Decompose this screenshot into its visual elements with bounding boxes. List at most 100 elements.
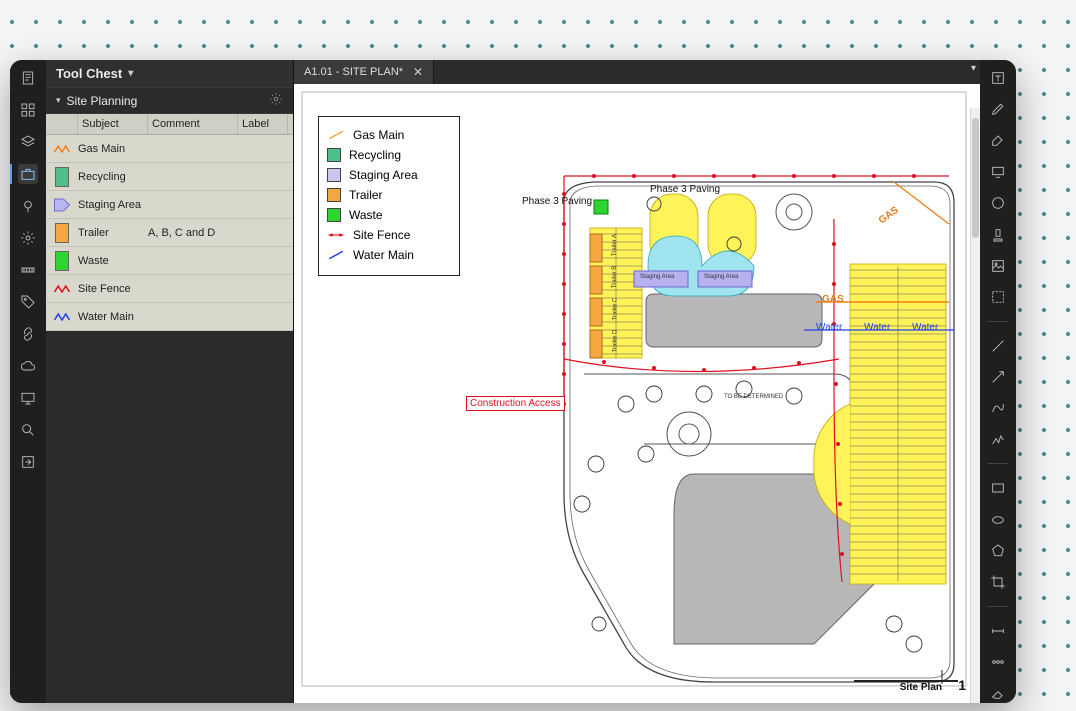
legend-label: Staging Area <box>349 168 418 182</box>
curve-icon[interactable] <box>988 399 1008 418</box>
link-icon[interactable] <box>18 324 38 344</box>
left-toolbar <box>10 60 46 703</box>
legend-label: Water Main <box>353 248 414 262</box>
rect-icon[interactable] <box>988 478 1008 497</box>
site-plan-canvas[interactable]: Gas Main Recycling Staging Area Trailer Wast… <box>294 84 980 703</box>
tool-row[interactable]: TrailerA, B, C and D <box>46 219 293 247</box>
legend-swatch <box>327 128 345 142</box>
layers-icon[interactable] <box>18 132 38 152</box>
tool-subject: Waste <box>78 255 148 267</box>
image-icon[interactable] <box>988 256 1008 275</box>
legend-item: Staging Area <box>327 165 451 185</box>
tool-row[interactable]: Site Fence <box>46 275 293 303</box>
tool-row[interactable]: Waste <box>46 247 293 275</box>
label-road: TO BE DETERMINED <box>724 394 783 400</box>
label-water2: Water <box>864 322 890 333</box>
label-construction-access: Construction Access <box>466 396 565 411</box>
panel-title: Tool Chest <box>56 66 122 81</box>
pen-icon[interactable] <box>988 99 1008 118</box>
tool-swatch <box>46 197 78 213</box>
canvas-wrap: Gas Main Recycling Staging Area Trailer Wast… <box>294 84 980 703</box>
vertical-scrollbar[interactable] <box>970 108 980 703</box>
panel-title-bar[interactable]: Tool Chest ▾ <box>46 60 293 88</box>
label-pagenum: 1 <box>958 677 966 693</box>
arrow-icon[interactable] <box>988 367 1008 386</box>
document-icon[interactable] <box>18 68 38 88</box>
tool-grid-header: Subject Comment Label <box>46 114 293 135</box>
monitor-icon[interactable] <box>18 388 38 408</box>
search-icon[interactable] <box>18 420 38 440</box>
ruler-icon[interactable] <box>18 260 38 280</box>
legend-label: Recycling <box>349 148 401 162</box>
highlighter-icon[interactable] <box>988 131 1008 150</box>
text-box-icon[interactable] <box>988 68 1008 87</box>
circle-icon[interactable] <box>988 194 1008 213</box>
crop-icon[interactable] <box>988 573 1008 592</box>
label-water1: Water <box>816 322 842 333</box>
legend-label: Trailer <box>349 188 383 202</box>
tool-row[interactable]: Gas Main <box>46 135 293 163</box>
stamp-icon[interactable] <box>988 225 1008 244</box>
ellipse-icon[interactable] <box>988 510 1008 529</box>
panel-section-label: Site Planning <box>67 94 138 108</box>
panel-section-bar[interactable]: ▾ Site Planning <box>46 88 293 114</box>
polygon-icon[interactable] <box>988 541 1008 560</box>
tag-icon[interactable] <box>18 292 38 312</box>
export-icon[interactable] <box>18 452 38 472</box>
tab-overflow-button[interactable]: ▾ <box>971 63 976 74</box>
col-label[interactable]: Label <box>238 114 288 134</box>
count-icon[interactable] <box>988 652 1008 671</box>
gear-icon[interactable] <box>269 92 283 109</box>
tool-subject: Water Main <box>78 311 148 323</box>
chevron-down-icon: ▾ <box>56 95 61 106</box>
tool-swatch <box>46 310 78 324</box>
label-staging-a: Staging Area <box>640 274 674 280</box>
main-area: A1.01 - SITE PLAN* ✕ ▾ <box>294 60 980 703</box>
label-trailer-b: Trailer B <box>612 266 618 288</box>
tab-title: A1.01 - SITE PLAN* <box>304 66 403 78</box>
tool-swatch <box>46 223 78 243</box>
legend-label: Gas Main <box>353 128 404 142</box>
tool-subject: Site Fence <box>78 283 148 295</box>
select-icon[interactable] <box>988 288 1008 307</box>
label-gas2: GAS <box>822 294 844 305</box>
tool-subject: Gas Main <box>78 143 148 155</box>
gear-icon[interactable] <box>18 228 38 248</box>
legend-swatch <box>327 228 345 242</box>
legend-label: Waste <box>349 208 383 222</box>
tool-swatch <box>46 282 78 296</box>
label-trailer-a: Trailer A <box>612 234 618 256</box>
monitor-small-icon[interactable] <box>988 162 1008 181</box>
col-comment[interactable]: Comment <box>148 114 238 134</box>
tool-rows: Gas Main RecyclingStaging AreaTrailerA, B… <box>46 135 293 331</box>
eraser-icon[interactable] <box>988 684 1008 703</box>
grid-icon[interactable] <box>18 100 38 120</box>
polyline-icon[interactable] <box>988 430 1008 449</box>
tool-row[interactable]: Water Main <box>46 303 293 331</box>
right-toolbar <box>980 60 1016 703</box>
tool-swatch <box>46 251 78 271</box>
label-water3: Water <box>912 322 938 333</box>
dimension-icon[interactable] <box>988 621 1008 640</box>
tool-comment: A, B, C and D <box>148 227 238 239</box>
chevron-down-icon: ▾ <box>128 68 133 79</box>
legend-item: Waste <box>327 205 451 225</box>
close-icon[interactable]: ✕ <box>413 65 423 79</box>
document-tab[interactable]: A1.01 - SITE PLAN* ✕ <box>294 60 434 84</box>
legend-item: Gas Main <box>327 125 451 145</box>
tool-swatch <box>46 142 78 156</box>
briefcase-icon[interactable] <box>18 164 38 184</box>
line-icon[interactable] <box>988 336 1008 355</box>
tool-row[interactable]: Staging Area <box>46 191 293 219</box>
pin-icon[interactable] <box>18 196 38 216</box>
tool-swatch <box>46 167 78 187</box>
label-phase3b: Phase 3 Paving <box>650 184 720 195</box>
tool-row[interactable]: Recycling <box>46 163 293 191</box>
legend-label: Site Fence <box>353 228 410 242</box>
legend-item: Trailer <box>327 185 451 205</box>
cloud-icon[interactable] <box>18 356 38 376</box>
col-subject[interactable]: Subject <box>78 114 148 134</box>
scroll-thumb[interactable] <box>972 118 979 238</box>
tab-bar: A1.01 - SITE PLAN* ✕ ▾ <box>294 60 980 84</box>
legend-swatch <box>327 208 341 222</box>
